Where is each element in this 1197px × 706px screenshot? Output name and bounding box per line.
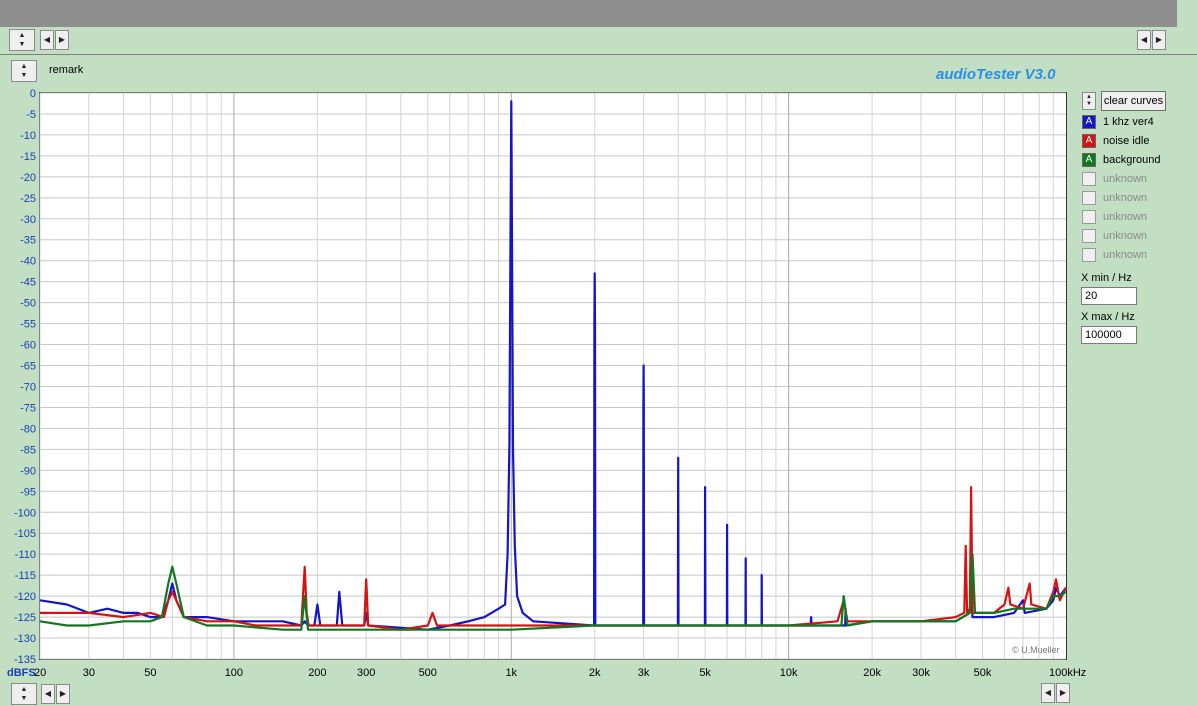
y-tick-label: -105 — [14, 528, 36, 540]
spin-down-icon: ▼ — [20, 695, 28, 702]
legend-spin-button[interactable]: ▲ ▼ — [1082, 92, 1096, 110]
arrow-right-icon: ▶ — [1059, 688, 1067, 697]
y-tick-label: -25 — [20, 193, 36, 205]
legend-checkbox[interactable] — [1082, 248, 1096, 262]
legend-label: unknown — [1103, 192, 1148, 204]
y-tick-label: -30 — [20, 214, 36, 226]
legend-label: noise idle — [1103, 135, 1150, 147]
y-tick-label: -15 — [20, 151, 36, 163]
legend-item-2[interactable]: Anoise idle — [1082, 132, 1149, 150]
x-tick-label: 200 — [308, 667, 326, 679]
x-tick-label: 10k — [780, 667, 798, 679]
legend-item-1[interactable]: A 1 khz ver4 — [1082, 113, 1154, 131]
arrow-right-icon: ▶ — [59, 689, 67, 698]
x-tick-label: 20 — [34, 667, 46, 679]
legend-label: 1 khz ver4 — [1103, 116, 1154, 128]
bottom-scroll-right-button[interactable]: ▶ — [56, 684, 70, 704]
x-tick-label: 3k — [638, 667, 650, 679]
bottom-scroll-left-button[interactable]: ◀ — [41, 684, 55, 704]
bottom-right-scroll-left-button[interactable]: ◀ — [1041, 683, 1055, 703]
y-tick-label: -110 — [15, 549, 36, 561]
legend-label: unknown — [1103, 211, 1148, 223]
y-tick-label: -115 — [15, 570, 36, 582]
y-tick-label: -10 — [20, 130, 36, 142]
y-tick-label: -40 — [20, 256, 36, 268]
y-tick-label: -100 — [14, 507, 36, 519]
spin-up-icon: ▲ — [1086, 94, 1092, 100]
x-tick-label: 20k — [863, 667, 881, 679]
legend-item-6[interactable]: unknown — [1082, 208, 1147, 226]
x-tick-label: 30k — [912, 667, 930, 679]
y-tick-label: -65 — [20, 361, 36, 373]
x-tick-label: 50 — [144, 667, 156, 679]
legend-checkbox[interactable]: A — [1082, 153, 1096, 167]
x-tick-label: 2k — [589, 667, 601, 679]
legend-item-5[interactable]: unknown — [1082, 189, 1147, 207]
y-tick-label: -55 — [20, 319, 36, 331]
legend-checkbox[interactable]: A — [1082, 115, 1096, 129]
x-tick-label: 30 — [83, 667, 95, 679]
y-tick-label: -80 — [20, 423, 36, 435]
spectrum-chart: 0 -5 -10 -15 -20 -25 -30 -35 -40 -45 -50 -55 -60 -65 -… — [14, 88, 1086, 679]
legend-checkbox[interactable] — [1082, 210, 1096, 224]
x-tick-label: 5k — [699, 667, 711, 679]
y-axis-label: dBFS — [7, 667, 36, 679]
xmin-input[interactable]: 20 — [1081, 287, 1137, 305]
x-tick-label: 1k — [505, 667, 517, 679]
y-tick-label: -60 — [20, 340, 36, 352]
copyright-label: © U.Mueller — [1012, 645, 1060, 655]
y-tick-label: -50 — [20, 298, 36, 310]
y-tick-label: -85 — [20, 444, 36, 456]
arrow-left-icon: ◀ — [1044, 688, 1052, 697]
y-tick-label: -125 — [14, 612, 36, 624]
y-tick-label: -75 — [20, 402, 36, 414]
y-tick-label: -35 — [20, 235, 36, 247]
x-tick-label: 300 — [357, 667, 375, 679]
legend-item-3[interactable]: Abackground — [1082, 151, 1161, 169]
xmax-input[interactable]: 100000 — [1081, 326, 1137, 344]
y-tick-label: -20 — [20, 172, 36, 184]
legend-label: unknown — [1103, 173, 1148, 185]
y-tick-label: -130 — [14, 633, 36, 645]
y-tick-label: -70 — [20, 381, 36, 393]
spin-up-icon: ▲ — [20, 686, 28, 693]
legend-checkbox[interactable] — [1082, 191, 1096, 205]
bottom-spin-button[interactable]: ▲ ▼ — [11, 683, 37, 705]
x-tick-label: 50k — [974, 667, 992, 679]
x-tick-label: 100kHz — [1049, 667, 1086, 679]
legend-item-7[interactable]: unknown — [1082, 227, 1147, 245]
spin-down-icon: ▼ — [1086, 101, 1092, 107]
legend-item-4[interactable]: unknown — [1082, 170, 1147, 188]
legend-item-8[interactable]: unknown — [1082, 246, 1147, 264]
clear-curves-button[interactable]: clear curves — [1101, 91, 1166, 111]
y-tick-label: -45 — [20, 277, 36, 289]
y-tick-label: -95 — [20, 486, 36, 498]
legend-checkbox[interactable] — [1082, 229, 1096, 243]
legend-checkbox[interactable]: A — [1082, 134, 1096, 148]
x-tick-label: 500 — [419, 667, 437, 679]
y-tick-label: 0 — [30, 88, 36, 100]
legend-checkbox[interactable] — [1082, 172, 1096, 186]
series-line-2 — [40, 486, 1067, 631]
legend-label: unknown — [1103, 249, 1148, 261]
legend-label: background — [1103, 154, 1161, 166]
arrow-left-icon: ◀ — [44, 689, 52, 698]
xmax-label: X max / Hz — [1081, 311, 1135, 323]
y-tick-label: -120 — [14, 591, 36, 603]
legend-label: unknown — [1103, 230, 1148, 242]
y-tick-label: -5 — [26, 109, 36, 121]
x-tick-label: 100 — [225, 667, 243, 679]
bottom-right-scroll-right-button[interactable]: ▶ — [1056, 683, 1070, 703]
y-tick-label: -90 — [20, 465, 36, 477]
xmin-label: X min / Hz — [1081, 272, 1132, 284]
y-tick-label: -135 — [14, 654, 36, 666]
